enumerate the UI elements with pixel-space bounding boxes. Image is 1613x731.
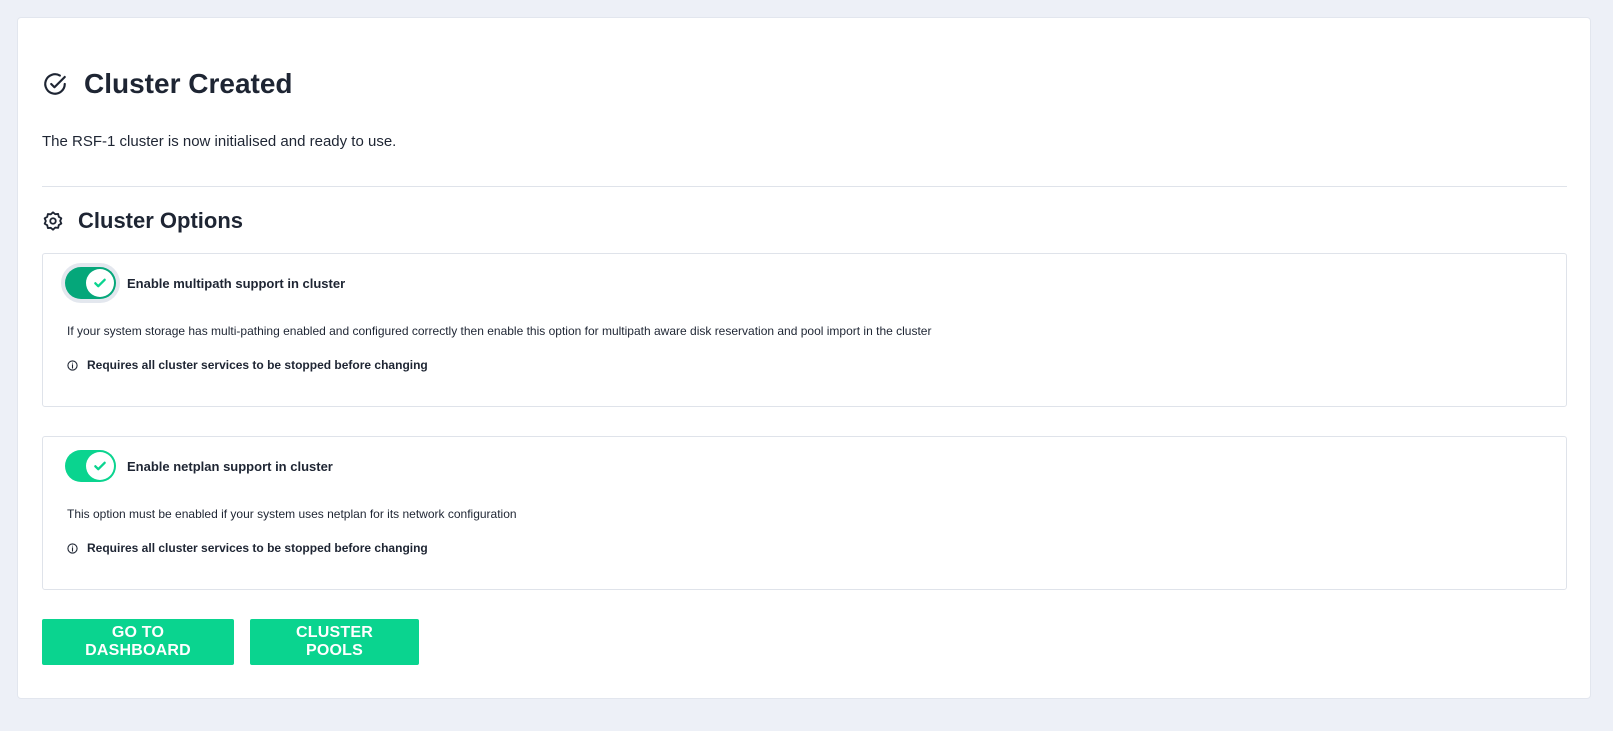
option-netplan: Enable netplan support in cluster This o… (42, 436, 1567, 590)
option-toggle-row: Enable multipath support in cluster (65, 267, 345, 299)
multipath-warning: Requires all cluster services to be stop… (67, 358, 428, 372)
go-to-dashboard-button[interactable]: GO TO DASHBOARD (42, 619, 234, 665)
multipath-description: If your system storage has multi-pathing… (67, 324, 932, 338)
toggle-knob (86, 269, 114, 297)
multipath-warning-text: Requires all cluster services to be stop… (87, 358, 428, 372)
intro-text: The RSF-1 cluster is now initialised and… (42, 133, 397, 150)
info-icon (67, 542, 78, 554)
page-title: Cluster Created (84, 68, 293, 99)
netplan-description: This option must be enabled if your syst… (67, 507, 517, 521)
option-multipath: Enable multipath support in cluster If y… (42, 253, 1567, 407)
cluster-pools-button[interactable]: CLUSTER POOLS (250, 619, 419, 665)
cluster-created-card: Cluster Created The RSF-1 cluster is now… (17, 17, 1591, 699)
options-heading-row: Cluster Options (42, 208, 243, 234)
options-title: Cluster Options (78, 208, 244, 233)
section-divider (42, 186, 1567, 187)
netplan-toggle[interactable] (65, 450, 116, 482)
multipath-toggle[interactable] (65, 267, 116, 299)
netplan-label: Enable netplan support in cluster (127, 458, 333, 474)
toggle-knob (86, 452, 114, 480)
title-row: Cluster Created (42, 68, 293, 100)
multipath-label: Enable multipath support in cluster (127, 275, 346, 291)
check-circle-icon (42, 71, 68, 97)
check-icon (93, 459, 107, 473)
info-icon (67, 359, 78, 371)
option-toggle-row: Enable netplan support in cluster (65, 450, 333, 482)
netplan-warning: Requires all cluster services to be stop… (67, 541, 428, 555)
check-icon (93, 276, 107, 290)
gear-icon (42, 210, 64, 232)
netplan-warning-text: Requires all cluster services to be stop… (87, 541, 428, 555)
